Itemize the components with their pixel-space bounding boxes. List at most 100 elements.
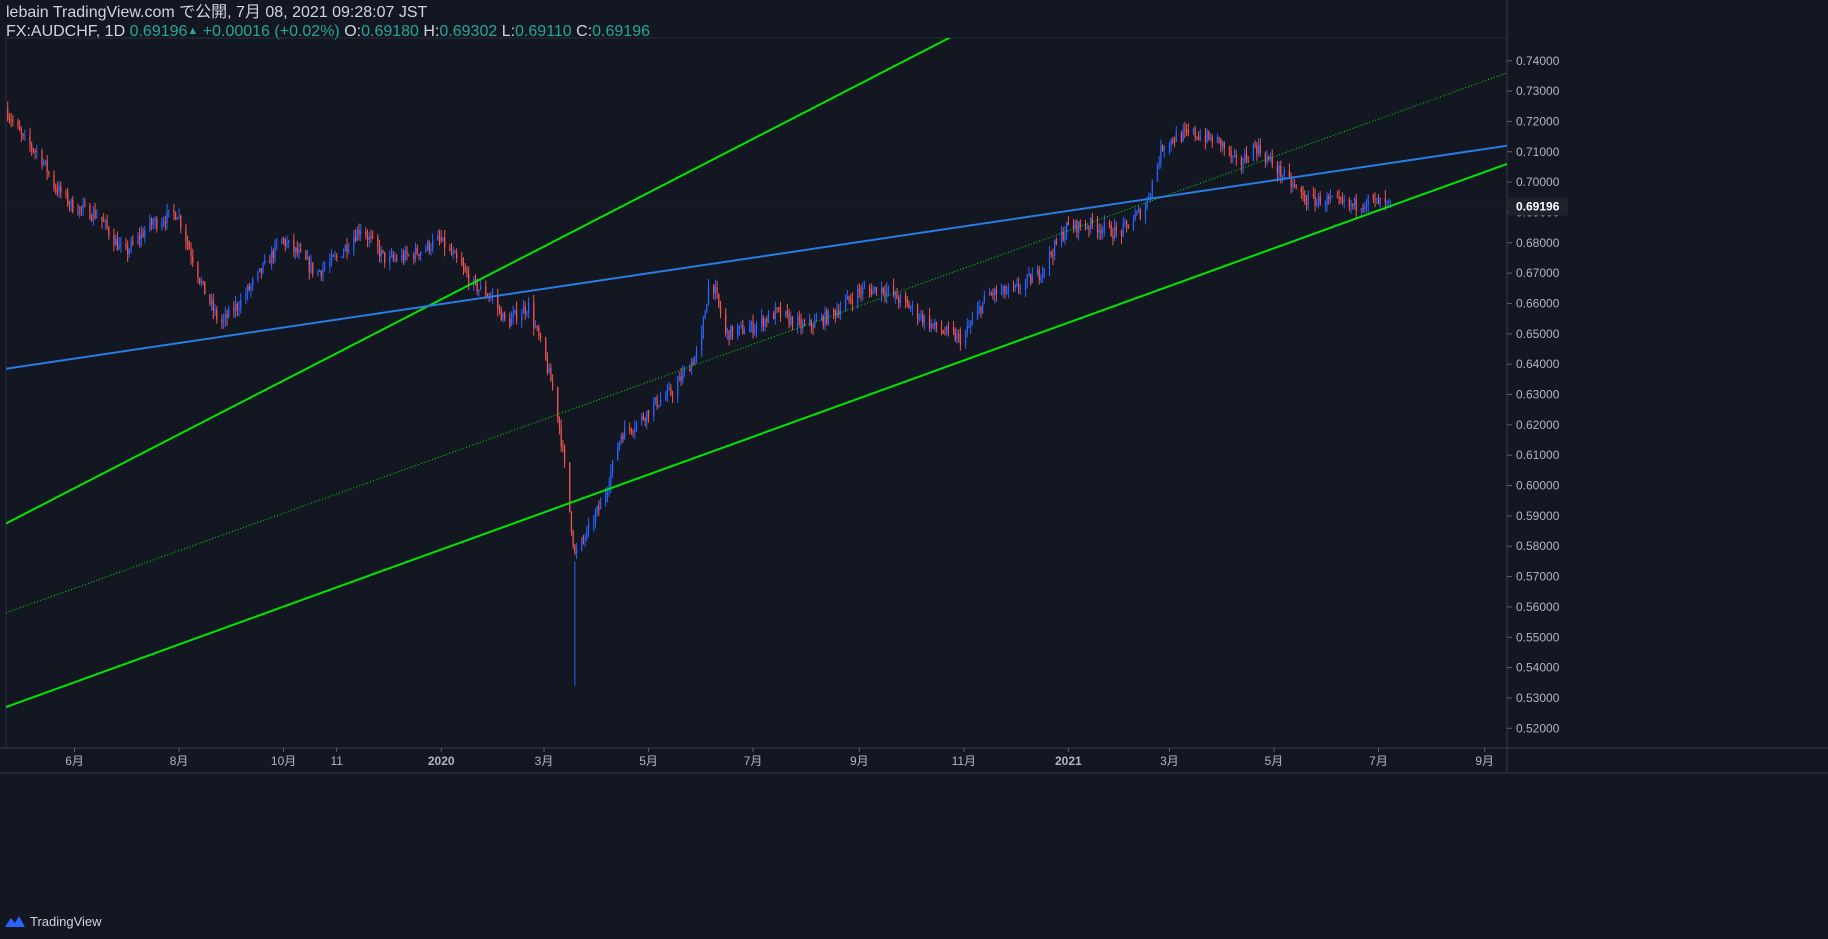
- candle-body: [178, 216, 180, 218]
- candle-body: [1230, 150, 1232, 158]
- candle-body: [1348, 199, 1351, 206]
- candle-body: [743, 332, 746, 334]
- candle-body: [281, 238, 283, 244]
- candle-body: [224, 313, 226, 319]
- candle-body: [156, 218, 158, 229]
- candle-body: [574, 545, 576, 554]
- candle-body: [1158, 162, 1160, 165]
- candle-body: [1002, 286, 1004, 291]
- channel-upper-line[interactable]: [6, 30, 964, 525]
- candle-body: [1182, 129, 1184, 142]
- plot-border: [5, 37, 1508, 749]
- candle-body: [1192, 128, 1195, 133]
- candle-body: [10, 119, 12, 121]
- candle-body: [908, 303, 910, 309]
- candle-body: [944, 333, 946, 335]
- y-tick-label: 0.55000: [1516, 630, 1560, 644]
- footer-brand[interactable]: TradingView: [4, 910, 102, 932]
- candle-body: [103, 220, 105, 222]
- x-tick-label: 5月: [639, 754, 658, 768]
- candle-body: [887, 287, 890, 291]
- candle-body: [1223, 142, 1225, 149]
- candle-body: [32, 148, 35, 152]
- candle-body: [17, 120, 19, 127]
- price-chart[interactable]: 0.52000 0.53000 0.54000 0.55000 0.56000 0.570…: [0, 0, 1828, 939]
- candle-body: [392, 254, 394, 259]
- candle-body: [677, 381, 679, 397]
- candle-body: [582, 538, 585, 540]
- candle-body: [420, 251, 422, 256]
- price-axis[interactable]: 0.52000 0.53000 0.54000 0.55000 0.56000 0.570…: [1507, 54, 1568, 736]
- candle-body: [1295, 185, 1297, 188]
- candle-body: [19, 126, 21, 131]
- candle-body: [312, 262, 314, 274]
- candle-body: [1293, 184, 1296, 186]
- candle-body: [320, 270, 322, 276]
- candle-body: [658, 405, 660, 407]
- candle-body: [404, 250, 406, 261]
- candle-body: [1379, 198, 1381, 205]
- candle-body: [286, 242, 288, 247]
- candle-body: [34, 151, 36, 153]
- candle-body: [863, 287, 866, 289]
- candle-body: [1280, 165, 1282, 177]
- candle-body: [788, 313, 790, 325]
- candle-body: [930, 323, 932, 329]
- candle-body: [868, 287, 871, 290]
- candle-body: [618, 441, 621, 449]
- candle-body: [642, 415, 645, 419]
- candle-body: [992, 293, 994, 296]
- candle-body: [41, 150, 43, 165]
- candle-body: [246, 286, 249, 295]
- candle-body: [264, 259, 266, 264]
- x-tick-label: 2021: [1055, 754, 1082, 768]
- candle-body: [1055, 240, 1057, 244]
- candle-body: [980, 306, 982, 314]
- candle-body: [656, 397, 658, 407]
- time-axis[interactable]: 6月 8月 10月 11 2020 3月 5月 7月 9月 11月 2021 3月 5月 7月 9月: [65, 748, 1494, 768]
- candle-body: [322, 268, 324, 276]
- candle-body: [730, 326, 732, 340]
- candle-body: [127, 246, 129, 255]
- candle-body: [1314, 195, 1316, 206]
- candle-body: [53, 173, 55, 189]
- candle-body: [946, 326, 948, 334]
- candle-body: [548, 367, 550, 373]
- candle-body: [300, 249, 302, 252]
- candle-body: [983, 295, 986, 303]
- candle-body: [1048, 252, 1051, 269]
- candle-body: [260, 268, 262, 273]
- y-tick-label: 0.57000: [1516, 570, 1560, 584]
- channel-median-line[interactable]: [6, 72, 1507, 614]
- y-tick-label: 0.70000: [1516, 175, 1560, 189]
- candle-body: [726, 330, 729, 333]
- candle-body: [288, 240, 290, 243]
- candle-body: [594, 512, 597, 524]
- y-tick-label: 0.56000: [1516, 600, 1560, 614]
- drawing-lines[interactable]: [6, 30, 1507, 708]
- tradingview-logo-icon: [5, 916, 25, 927]
- candle-body: [1360, 208, 1362, 211]
- candle-body: [497, 295, 499, 309]
- candle-body: [418, 254, 420, 256]
- candle-body: [200, 281, 202, 283]
- candle-body: [683, 369, 686, 373]
- candle-body: [1160, 145, 1162, 163]
- candle-body: [822, 316, 824, 326]
- candle-body: [210, 300, 213, 305]
- channel-lower-line[interactable]: [6, 162, 1507, 708]
- y-tick-label: 0.62000: [1516, 418, 1560, 432]
- x-tick-label: 5月: [1265, 754, 1284, 768]
- candle-body: [274, 244, 276, 259]
- candle-body: [1340, 197, 1342, 200]
- candle-body: [222, 318, 225, 323]
- candle-body: [462, 265, 465, 268]
- candle-body: [923, 315, 926, 323]
- candle-body: [714, 286, 717, 294]
- candle-body: [240, 299, 242, 309]
- candle-body: [142, 232, 144, 237]
- y-tick-label: 0.71000: [1516, 145, 1560, 159]
- candle-body: [1233, 155, 1236, 157]
- candle-body: [1012, 286, 1015, 288]
- candle-body: [725, 313, 727, 333]
